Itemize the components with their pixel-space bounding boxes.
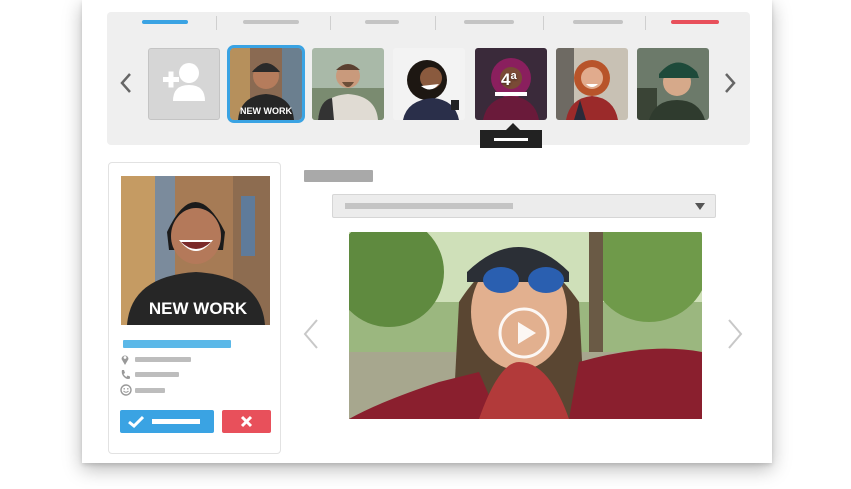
play-icon[interactable] — [497, 306, 551, 360]
accept-label-placeholder — [152, 419, 200, 424]
video-select-dropdown[interactable] — [332, 194, 716, 218]
add-user-button[interactable] — [148, 48, 220, 120]
tab-red[interactable] — [671, 20, 719, 24]
section-title-placeholder — [304, 170, 373, 182]
rank-badge: 4ª — [501, 70, 517, 89]
thumbnail-photo-selected[interactable]: NEW WORK — [227, 45, 305, 123]
add-user-icon — [163, 63, 205, 101]
chevron-left-icon[interactable] — [119, 72, 133, 94]
smiley-icon — [120, 384, 132, 396]
video-player[interactable] — [349, 232, 702, 419]
location-pin-icon — [121, 355, 129, 365]
mood-placeholder — [135, 388, 165, 393]
select-value-placeholder — [345, 203, 513, 209]
phone-icon — [121, 370, 130, 379]
tooltip-text-placeholder — [494, 138, 528, 141]
tooltip — [480, 123, 542, 148]
close-x-icon — [240, 415, 253, 428]
tab-divider — [216, 16, 217, 30]
profile-photo: NEW WORK — [121, 176, 270, 325]
reject-button[interactable] — [222, 410, 271, 433]
tab-divider — [330, 16, 331, 30]
location-placeholder — [135, 357, 191, 362]
thumbnail-photo[interactable] — [637, 48, 709, 120]
tab-active[interactable] — [142, 20, 188, 24]
thumbnail-photo[interactable]: 4ª — [475, 48, 547, 120]
thumbnail-photo[interactable] — [556, 48, 628, 120]
shirt-text: NEW WORK — [149, 299, 248, 318]
tab-divider — [543, 16, 544, 30]
tab[interactable] — [573, 20, 623, 24]
profile-card: NEW WORK — [108, 162, 281, 454]
tab-divider — [435, 16, 436, 30]
accept-button[interactable] — [120, 410, 214, 433]
chevron-right-icon[interactable] — [726, 318, 744, 350]
chevron-right-icon[interactable] — [723, 72, 737, 94]
checkmark-icon — [128, 415, 144, 428]
chevron-left-icon[interactable] — [302, 318, 320, 350]
shirt-text: NEW WORK — [240, 106, 292, 116]
tab[interactable] — [243, 20, 299, 24]
thumbnail-photo[interactable] — [393, 48, 465, 120]
chevron-down-icon — [695, 203, 705, 210]
tab[interactable] — [464, 20, 514, 24]
tab-divider — [645, 16, 646, 30]
profile-name-placeholder — [123, 340, 231, 348]
tab[interactable] — [365, 20, 399, 24]
thumbnail-photo[interactable] — [312, 48, 384, 120]
phone-placeholder — [135, 372, 179, 377]
